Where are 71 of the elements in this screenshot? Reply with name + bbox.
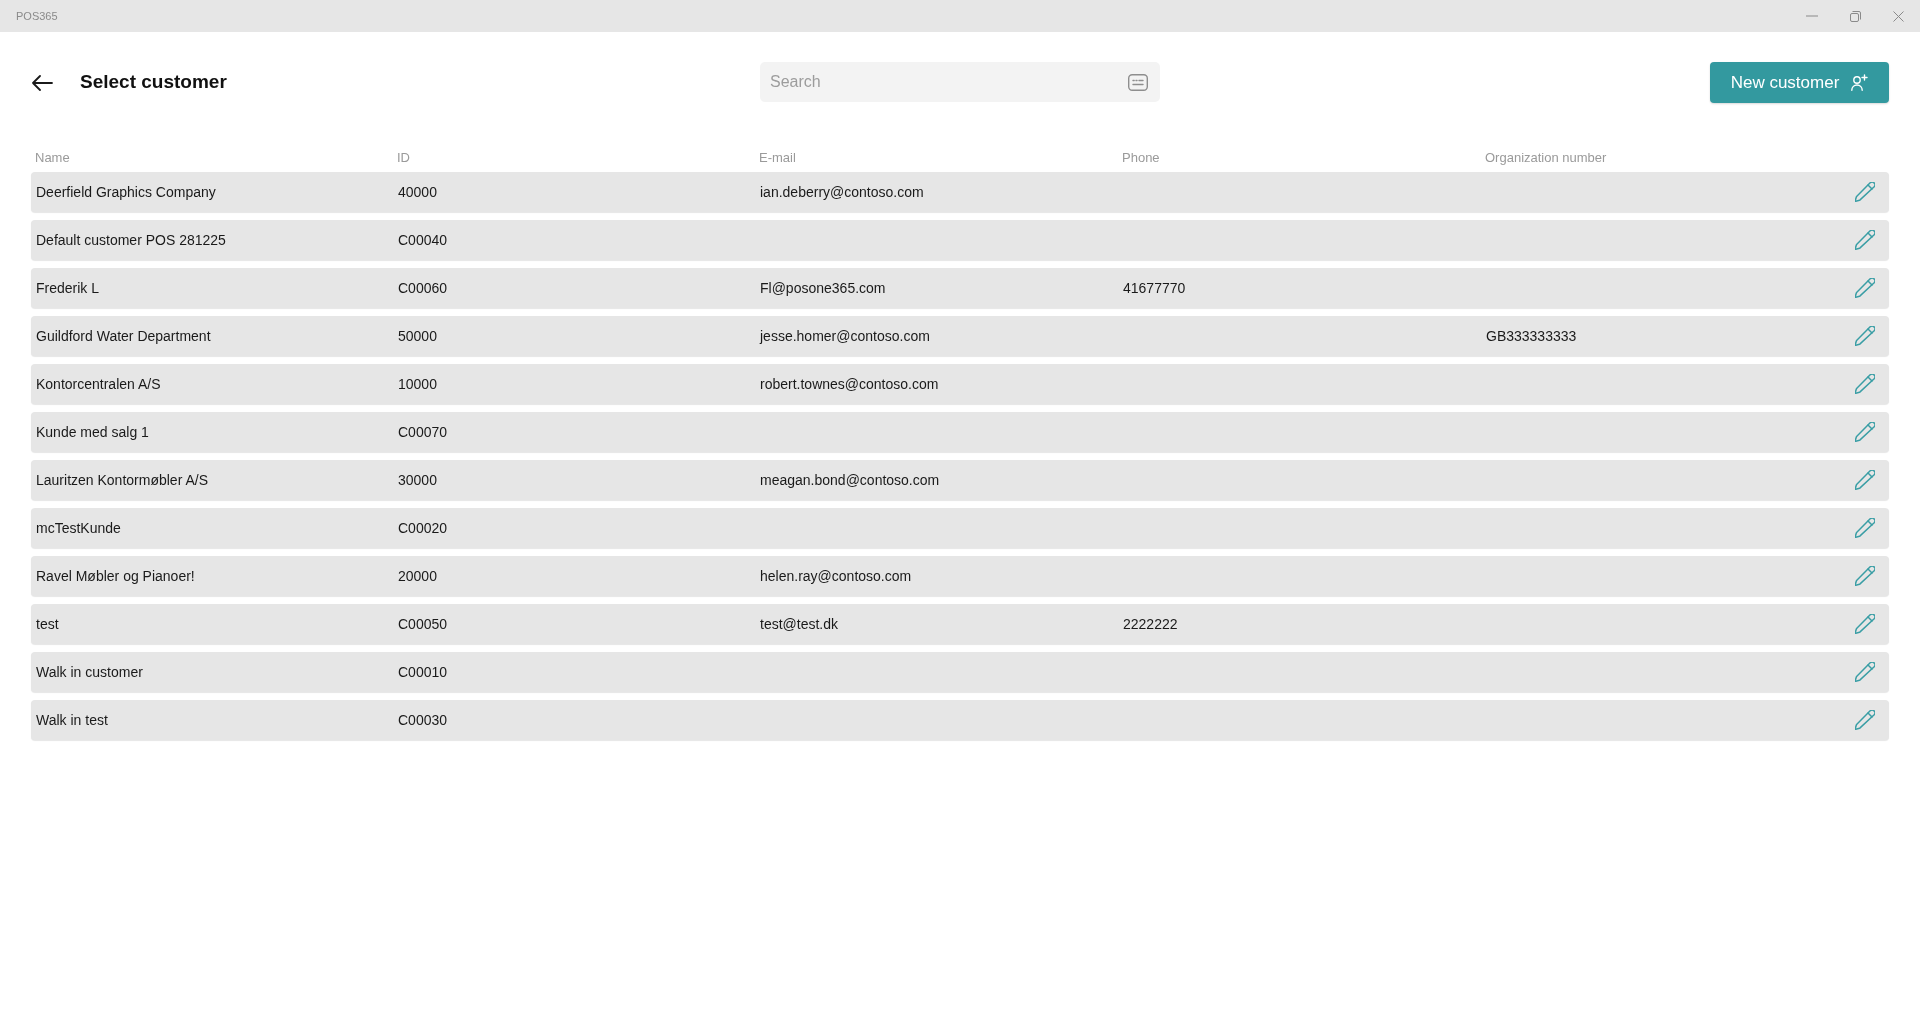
restore-icon[interactable]	[1850, 10, 1861, 22]
table-cell-text: 10000	[398, 374, 437, 394]
table-cell-text: Walk in customer	[36, 662, 143, 682]
table-row[interactable]: Ravel Møbler og Pianoer! 20000 helen.ray@contoso.com	[31, 556, 1889, 596]
back-arrow-icon[interactable]	[32, 74, 53, 91]
table-cell-text: 50000	[398, 326, 437, 346]
table-cell-text: helen.ray@contoso.com	[760, 566, 912, 586]
table-row[interactable]: Lauritzen Kontormøbler A/S 30000 meagan.bond@contoso.com	[31, 460, 1889, 500]
table-row[interactable]: Kontorcentralen A/S 10000 robert.townes@contoso.com	[31, 364, 1889, 404]
pencil-icon[interactable]	[1855, 662, 1875, 682]
pencil-icon[interactable]	[1855, 518, 1875, 538]
pencil-icon[interactable]	[1855, 614, 1875, 634]
pencil-icon[interactable]	[1855, 566, 1875, 586]
table-cell-text: C00050	[398, 614, 448, 634]
table-cell-text: Kunde med salg 1	[36, 422, 149, 442]
pencil-icon[interactable]	[1855, 182, 1875, 202]
column-header: ID	[397, 149, 410, 167]
table-cell-text: 41677770	[1123, 278, 1186, 298]
pencil-icon[interactable]	[1855, 470, 1875, 490]
table-cell-text: Fl@posone365.com	[760, 278, 886, 298]
table-row[interactable]: Walk in customer C00010	[31, 652, 1889, 692]
table-cell-text: 30000	[398, 470, 437, 490]
table-cell-text: Lauritzen Kontormøbler A/S	[36, 470, 208, 490]
keyboard-icon[interactable]	[1128, 74, 1148, 91]
table-cell-text: meagan.bond@contoso.com	[760, 470, 940, 490]
table-row[interactable]: Walk in test C00030	[31, 700, 1889, 740]
table-cell-text: C00070	[398, 422, 448, 442]
column-header: E-mail	[759, 149, 796, 167]
table-cell-text: C00030	[398, 710, 448, 730]
table-cell-text: Guildford Water Department	[36, 326, 211, 346]
window-title: POS365	[16, 8, 58, 24]
close-icon[interactable]	[1893, 10, 1904, 22]
table-cell-text: 40000	[398, 182, 437, 202]
column-header: Organization number	[1485, 149, 1607, 167]
table-cell-text: test	[36, 614, 59, 634]
table-row[interactable]: Deerfield Graphics Company 40000 ian.deberry@contoso.com	[31, 172, 1889, 212]
pencil-icon[interactable]	[1855, 422, 1875, 442]
pencil-icon[interactable]	[1855, 374, 1875, 394]
table-cell-text: Kontorcentralen A/S	[36, 374, 161, 394]
table-row[interactable]: Default customer POS 281225 C00040	[31, 220, 1889, 260]
table-cell-text: C00020	[398, 518, 448, 538]
table-row[interactable]: mcTestKunde C00020	[31, 508, 1889, 548]
table-cell-text: ian.deberry@contoso.com	[760, 182, 924, 202]
table-cell-text: 20000	[398, 566, 437, 586]
table-cell-text: Walk in test	[36, 710, 108, 730]
column-header: Phone	[1122, 149, 1160, 167]
table-row[interactable]: Frederik L C00060 Fl@posone365.com 41677770	[31, 268, 1889, 308]
table-cell-text: robert.townes@contoso.com	[760, 374, 939, 394]
search-field[interactable]: Search	[760, 62, 1160, 102]
table-cell-text: C00060	[398, 278, 448, 298]
pencil-icon[interactable]	[1855, 278, 1875, 298]
table-cell-text: 2222222	[1123, 614, 1178, 634]
table-cell-text: mcTestKunde	[36, 518, 121, 538]
table-cell-text: Ravel Møbler og Pianoer!	[36, 566, 195, 586]
pencil-icon[interactable]	[1855, 326, 1875, 346]
table-cell-text: Frederik L	[36, 278, 100, 298]
table-cell-text: C00040	[398, 230, 448, 250]
pencil-icon[interactable]	[1855, 230, 1875, 250]
table-cell-text: jesse.homer@contoso.com	[760, 326, 930, 346]
page-title: Select customer	[80, 70, 227, 95]
table-row[interactable]: test C00050 test@test.dk 2222222	[31, 604, 1889, 644]
table-cell-text: Default customer POS 281225	[36, 230, 226, 250]
table-cell-text: GB333333333	[1486, 326, 1577, 346]
column-header: Name	[35, 149, 70, 167]
person-plus-icon	[1851, 74, 1869, 91]
pencil-icon[interactable]	[1855, 710, 1875, 730]
table-cell-text: test@test.dk	[760, 614, 839, 634]
table-row[interactable]: Kunde med salg 1 C00070	[31, 412, 1889, 452]
table-cell-text: Deerfield Graphics Company	[36, 182, 216, 202]
table-cell-text: C00010	[398, 662, 448, 682]
table-row[interactable]: Guildford Water Department 50000 jesse.homer@contoso.com GB333333333	[31, 316, 1889, 356]
